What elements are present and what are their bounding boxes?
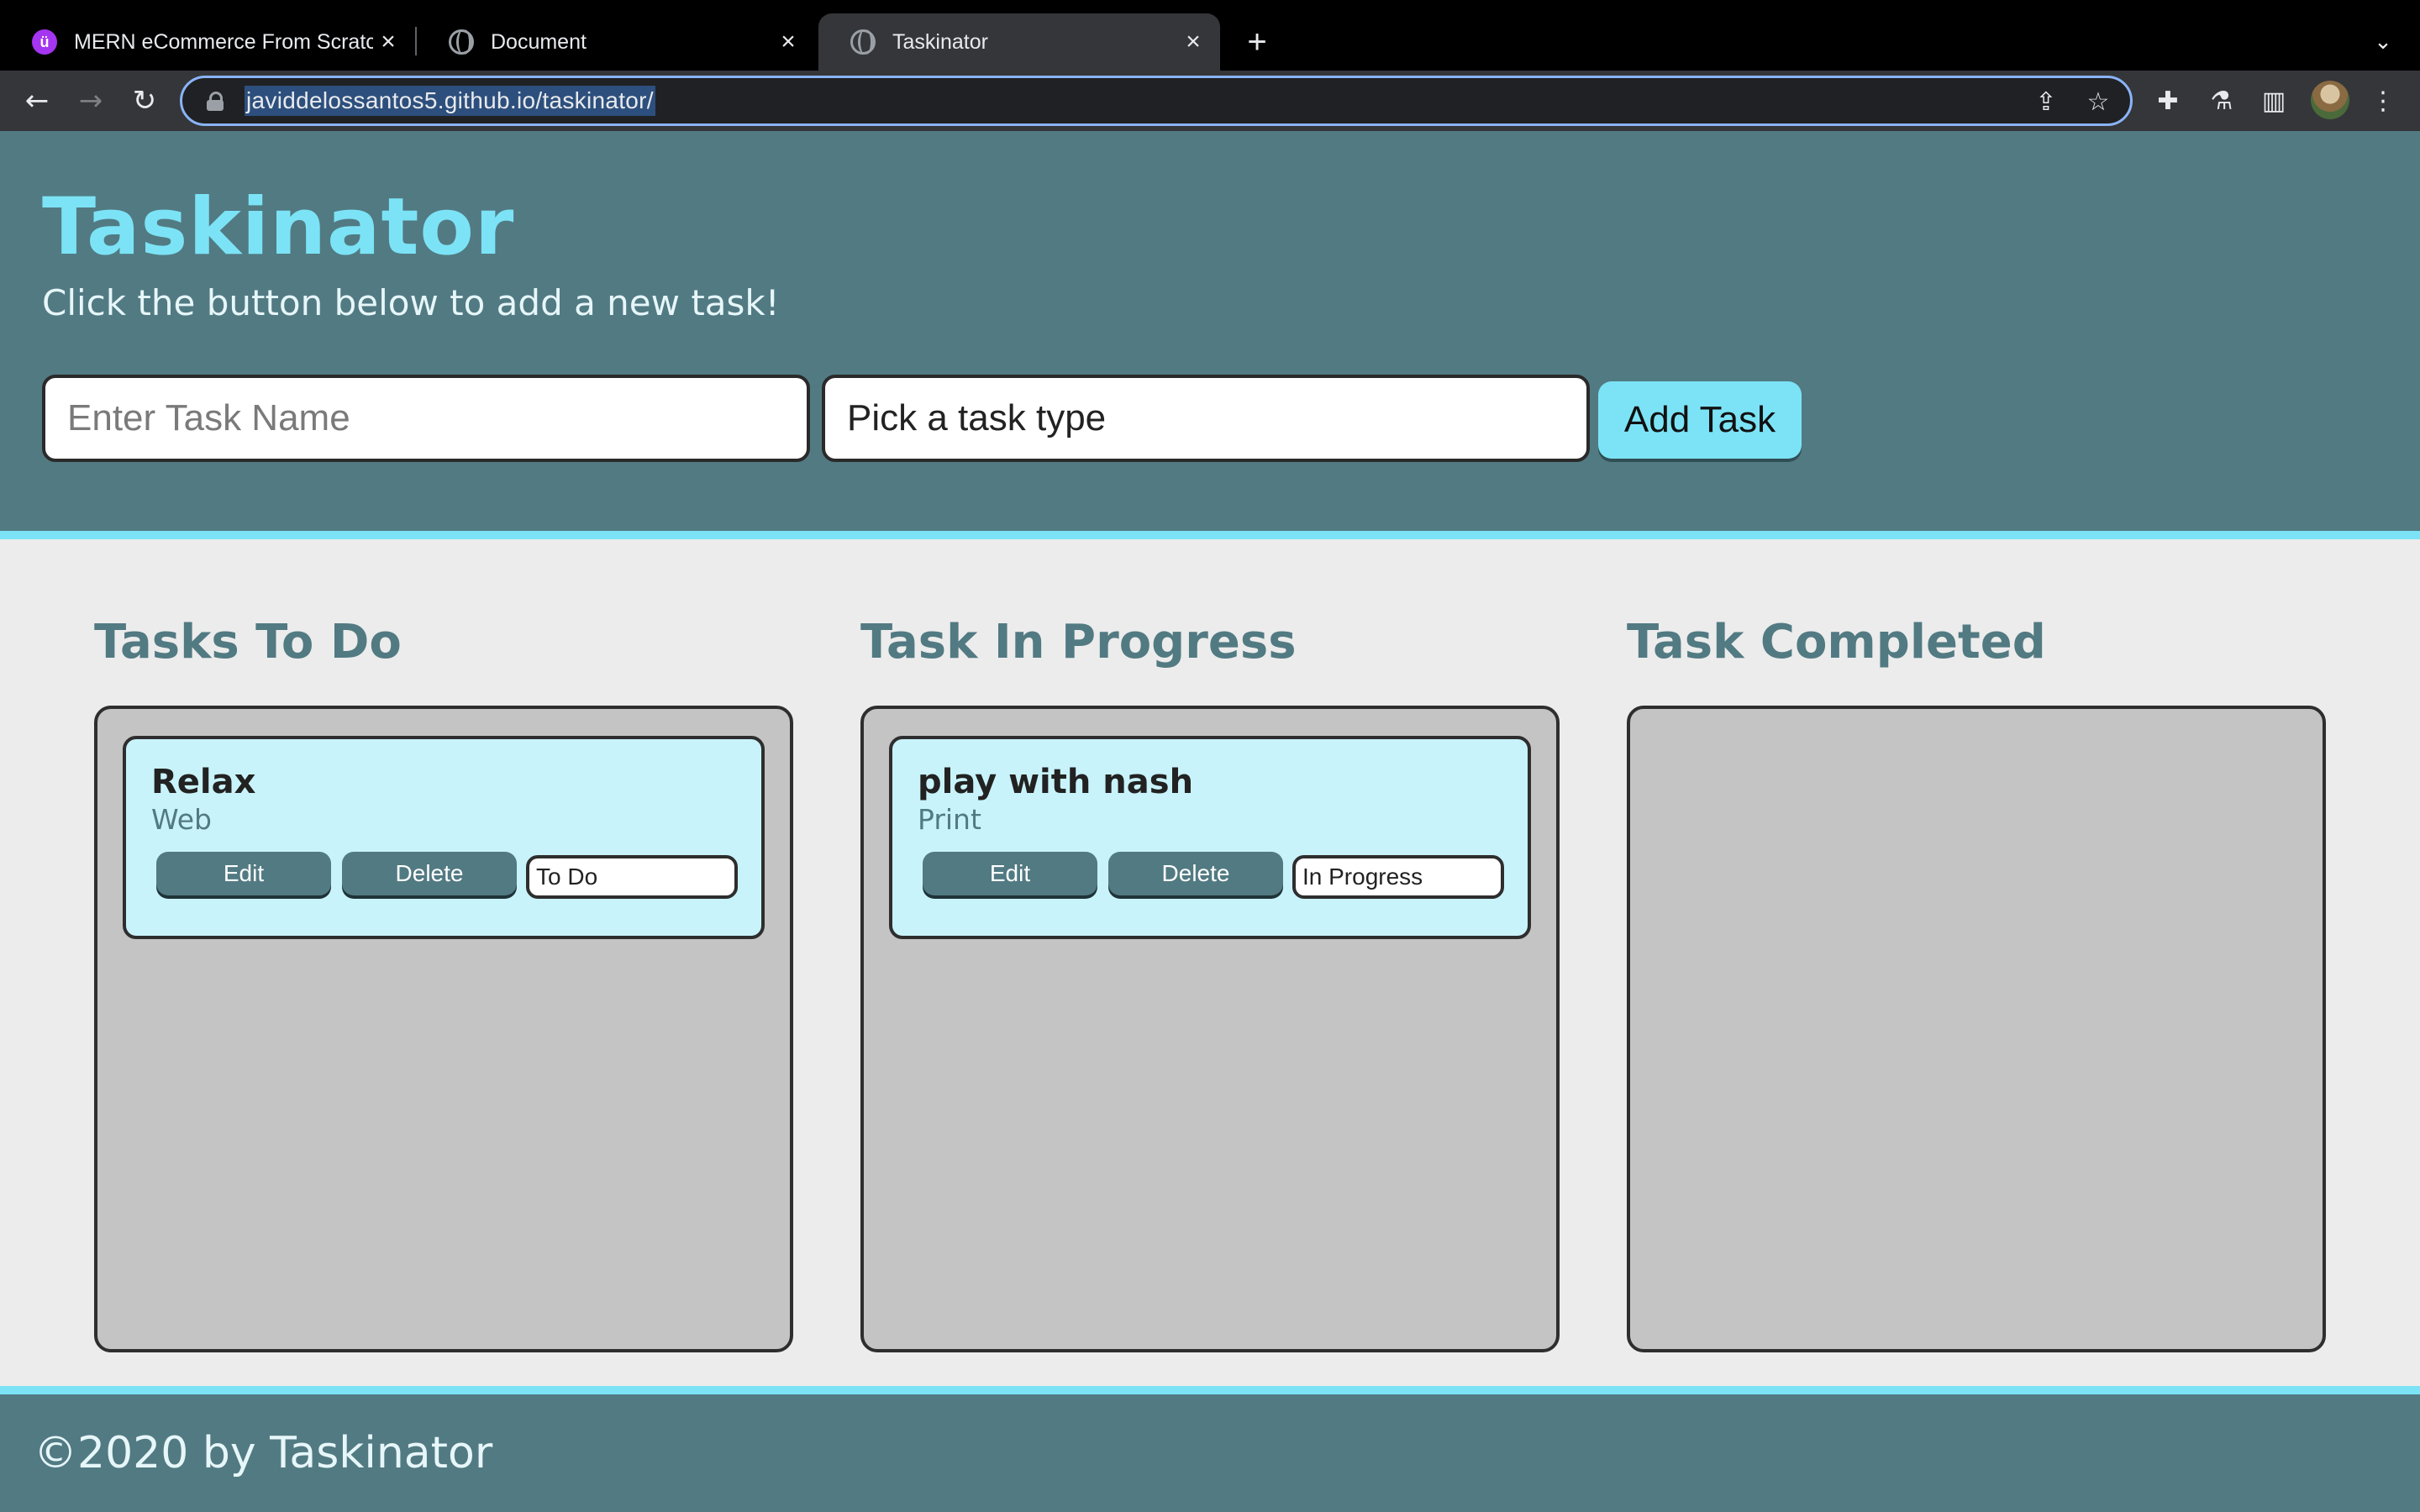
back-arrow-icon[interactable]: ← [15,79,59,123]
globe-icon [449,29,474,55]
share-icon[interactable]: ⇪ [2029,85,2063,118]
labs-flask-icon[interactable]: ⚗ [2203,82,2240,119]
tab-title: Taskinator [892,29,988,54]
edit-button[interactable]: Edit [156,852,331,895]
column-title-completed: Task Completed [1627,615,2046,669]
browser-toolbar: ← → ↻ javiddelossantos5.github.io/taskin… [0,71,2420,131]
task-type: Print [918,803,981,836]
edit-button[interactable]: Edit [923,852,1097,895]
address-bar[interactable]: javiddelossantos5.github.io/taskinator/ … [180,76,2133,126]
tab-title: Document [491,29,587,54]
lock-icon [206,92,224,111]
task-name: Relax [151,763,256,801]
task-name-input[interactable]: Enter Task Name [42,375,810,462]
star-icon[interactable]: ☆ [2081,85,2115,118]
new-tab-button[interactable]: + [1239,20,1276,64]
status-select[interactable]: In Progress [1292,855,1504,899]
tasks-to-do-list: Relax Web Edit Delete To Do [94,706,793,1352]
close-icon[interactable]: × [373,27,403,57]
delete-button[interactable]: Delete [342,852,517,895]
task-type: Web [151,803,212,836]
udemy-icon: ü [32,29,57,55]
reload-icon[interactable]: ↻ [123,79,166,123]
page-subtitle: Click the button below to add a new task… [42,282,780,323]
close-icon[interactable]: × [1178,27,1208,57]
footer-copyright: ©2020 by Taskinator [34,1428,493,1478]
close-icon[interactable]: × [773,27,803,57]
more-menu-icon[interactable]: ⋮ [2365,82,2402,119]
add-task-button[interactable]: Add Task [1598,381,1802,459]
task-type-select[interactable]: Pick a task type [822,375,1590,462]
url-text[interactable]: javiddelossantos5.github.io/taskinator/ [245,86,655,116]
tasks-completed-list [1627,706,2326,1352]
browser-tab-mern[interactable]: ü MERN eCommerce From Scratc × [0,13,415,71]
site-header: Taskinator Click the button below to add… [0,131,2420,539]
browser-tab-bar: ü MERN eCommerce From Scratc × Document … [0,0,2420,71]
column-title-in-progress: Task In Progress [860,615,1297,669]
browser-tab-document[interactable]: Document × [417,13,815,71]
task-card: Relax Web Edit Delete To Do [123,736,765,939]
forward-arrow-icon[interactable]: → [69,79,113,123]
tasks-in-progress-list: play with nash Print Edit Delete In Prog… [860,706,1560,1352]
browser-tab-taskinator[interactable]: Taskinator × [818,13,1220,71]
status-select[interactable]: To Do [526,855,738,899]
profile-avatar[interactable] [2311,81,2349,119]
task-card: play with nash Print Edit Delete In Prog… [889,736,1531,939]
task-name: play with nash [918,763,1194,801]
column-title-todo: Tasks To Do [94,615,402,669]
chevron-down-icon[interactable]: ⌄ [2366,25,2400,59]
site-footer: ©2020 by Taskinator [0,1386,2420,1512]
extensions-icon[interactable]: ✚ [2149,82,2186,119]
tab-title: MERN eCommerce From Scratc [74,29,373,54]
delete-button[interactable]: Delete [1108,852,1283,895]
globe-icon [850,29,876,55]
side-panel-icon[interactable]: ▥ [2255,82,2292,119]
page-title: Taskinator [42,181,515,273]
